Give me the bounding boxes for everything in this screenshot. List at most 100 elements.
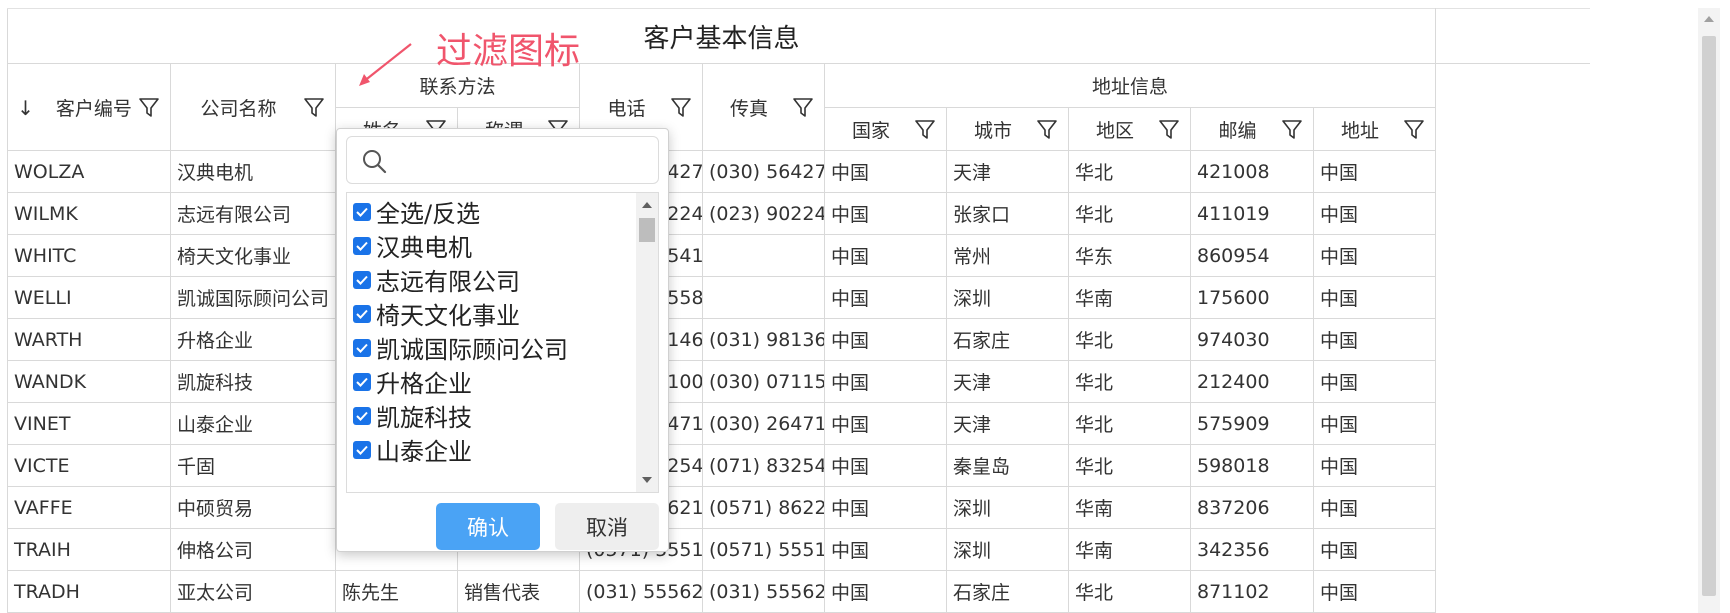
cell-city[interactable]: 天津 xyxy=(946,360,1069,403)
funnel-icon[interactable] xyxy=(303,96,325,118)
cell-company[interactable]: 升格企业 xyxy=(170,318,336,361)
cell-region[interactable]: 华北 xyxy=(1068,150,1191,193)
cell-country[interactable]: 中国 xyxy=(824,360,947,403)
page-scrollbar[interactable] xyxy=(1698,8,1720,613)
funnel-icon[interactable] xyxy=(792,96,814,118)
cell-company[interactable]: 志远有限公司 xyxy=(170,192,336,235)
cell-fax[interactable]: (031) 5556216 xyxy=(702,570,825,613)
funnel-icon[interactable] xyxy=(1281,118,1303,140)
filter-search-box[interactable] xyxy=(346,136,659,184)
cell-company[interactable]: 凯旋科技 xyxy=(170,360,336,403)
cell-company[interactable]: 亚太公司 xyxy=(170,570,336,613)
cell-fax[interactable]: (0571) 8622334 xyxy=(702,486,825,529)
cell-city[interactable]: 石家庄 xyxy=(946,318,1069,361)
cell-country[interactable]: 中国 xyxy=(824,528,947,571)
check-icon[interactable] xyxy=(353,406,371,425)
check-icon[interactable] xyxy=(353,270,371,289)
cell-address[interactable]: 中国 xyxy=(1312,360,1437,403)
table-row[interactable]: WARTH 升格企业 (031) 9814655 (031) 9813655 中… xyxy=(7,318,1591,361)
cell-postcode[interactable]: 598018 xyxy=(1190,444,1314,487)
filter-list-scrollbar[interactable] xyxy=(636,193,658,492)
cell-customer-id[interactable]: WELLI xyxy=(7,276,171,319)
funnel-icon[interactable] xyxy=(1403,118,1425,140)
cell-fax[interactable] xyxy=(702,276,825,319)
col-header-city[interactable]: 城市 xyxy=(946,107,1069,151)
cell-company[interactable]: 伸格公司 xyxy=(170,528,336,571)
table-row[interactable]: TRADH 亚太公司 陈先生 销售代表 (031) 5556216 (031) … xyxy=(7,570,1591,613)
cell-region[interactable]: 华南 xyxy=(1068,528,1191,571)
filter-option[interactable]: 凯旋科技 xyxy=(347,397,637,434)
cell-city[interactable]: 深圳 xyxy=(946,276,1069,319)
table-row[interactable]: VICTE 千固 (071) 8325486 (071) 8325487 中国 … xyxy=(7,444,1591,487)
cell-postcode[interactable]: 575909 xyxy=(1190,402,1314,445)
cell-region[interactable]: 华北 xyxy=(1068,318,1191,361)
scrollbar-thumb[interactable] xyxy=(639,218,655,242)
col-header-region[interactable]: 地区 xyxy=(1068,107,1191,151)
cell-country[interactable]: 中国 xyxy=(824,570,947,613)
cell-region[interactable]: 华北 xyxy=(1068,360,1191,403)
cell-city[interactable]: 深圳 xyxy=(946,486,1069,529)
cell-country[interactable]: 中国 xyxy=(824,276,947,319)
cell-company[interactable]: 中硕贸易 xyxy=(170,486,336,529)
cell-address[interactable]: 中国 xyxy=(1312,528,1437,571)
cell-address[interactable]: 中国 xyxy=(1312,192,1437,235)
cell-customer-id[interactable]: WHITC xyxy=(7,234,171,277)
col-header-country[interactable]: 国家 xyxy=(824,107,947,151)
cell-country[interactable]: 中国 xyxy=(824,318,947,361)
cell-region[interactable]: 华北 xyxy=(1068,192,1191,235)
table-row[interactable]: WANDK 凯旋科技 (030) 7110036 (030) 0711542 中… xyxy=(7,360,1591,403)
col-header-postcode[interactable]: 邮编 xyxy=(1190,107,1314,151)
sort-desc-icon[interactable]: ↓ xyxy=(17,96,34,120)
scrollbar-thumb[interactable] xyxy=(1702,36,1716,596)
col-header-company[interactable]: 公司名称 xyxy=(170,63,336,151)
cell-company[interactable]: 凯诚国际顾问公司 xyxy=(170,276,336,319)
cell-city[interactable]: 常州 xyxy=(946,234,1069,277)
cell-postcode[interactable]: 212400 xyxy=(1190,360,1314,403)
cell-company[interactable]: 千固 xyxy=(170,444,336,487)
cell-city[interactable]: 天津 xyxy=(946,150,1069,193)
cell-company[interactable]: 山泰企业 xyxy=(170,402,336,445)
cell-region[interactable]: 华南 xyxy=(1068,276,1191,319)
filter-option[interactable]: 凯诚国际顾问公司 xyxy=(347,329,637,366)
cell-postcode[interactable]: 871102 xyxy=(1190,570,1314,613)
cell-fax[interactable]: (030) 0711542 xyxy=(702,360,825,403)
cell-fax[interactable]: (030) 5642701 xyxy=(702,150,825,193)
table-row[interactable]: WELLI 凯诚国际顾问公司 (0571) 3558812 中国 深圳 华南 1… xyxy=(7,276,1591,319)
funnel-icon[interactable] xyxy=(1158,118,1180,140)
cancel-button[interactable]: 取消 xyxy=(555,503,659,550)
cell-address[interactable]: 中国 xyxy=(1312,318,1437,361)
cell-name[interactable]: 陈先生 xyxy=(335,570,458,613)
cell-postcode[interactable]: 342356 xyxy=(1190,528,1314,571)
cell-postcode[interactable]: 411019 xyxy=(1190,192,1314,235)
funnel-icon[interactable] xyxy=(914,118,936,140)
col-header-address[interactable]: 地址 xyxy=(1312,107,1437,151)
check-icon[interactable] xyxy=(353,338,371,357)
cell-region[interactable]: 华北 xyxy=(1068,570,1191,613)
filter-option-list[interactable]: 全选/反选 汉典电机 志远有限公司 椅天文化事业 凯诚国际顾问公司 升格企业 凯… xyxy=(346,192,659,493)
cell-phone[interactable]: (031) 5556216 xyxy=(579,570,703,613)
check-icon[interactable] xyxy=(353,202,371,221)
cell-region[interactable]: 华东 xyxy=(1068,234,1191,277)
check-icon[interactable] xyxy=(353,440,371,459)
cell-country[interactable]: 中国 xyxy=(824,486,947,529)
cell-customer-id[interactable]: VAFFE xyxy=(7,486,171,529)
cell-fax[interactable]: (031) 9813655 xyxy=(702,318,825,361)
filter-option[interactable]: 汉典电机 xyxy=(347,227,637,264)
cell-fax[interactable] xyxy=(702,234,825,277)
cell-address[interactable]: 中国 xyxy=(1312,402,1437,445)
filter-option[interactable]: 升格企业 xyxy=(347,363,637,400)
cell-region[interactable]: 华北 xyxy=(1068,402,1191,445)
cell-city[interactable]: 天津 xyxy=(946,402,1069,445)
scroll-up-icon[interactable] xyxy=(642,202,652,208)
cell-region[interactable]: 华南 xyxy=(1068,486,1191,529)
cell-address[interactable]: 中国 xyxy=(1312,444,1437,487)
cell-fax[interactable]: (030) 2647151 xyxy=(702,402,825,445)
cell-customer-id[interactable]: TRADH xyxy=(7,570,171,613)
confirm-button[interactable]: 确认 xyxy=(436,503,540,550)
col-header-fax[interactable]: 传真 xyxy=(702,63,825,151)
filter-option[interactable]: 山泰企业 xyxy=(347,431,637,468)
cell-city[interactable]: 石家庄 xyxy=(946,570,1069,613)
cell-country[interactable]: 中国 xyxy=(824,444,947,487)
cell-country[interactable]: 中国 xyxy=(824,402,947,445)
filter-option[interactable]: 志远有限公司 xyxy=(347,261,637,298)
